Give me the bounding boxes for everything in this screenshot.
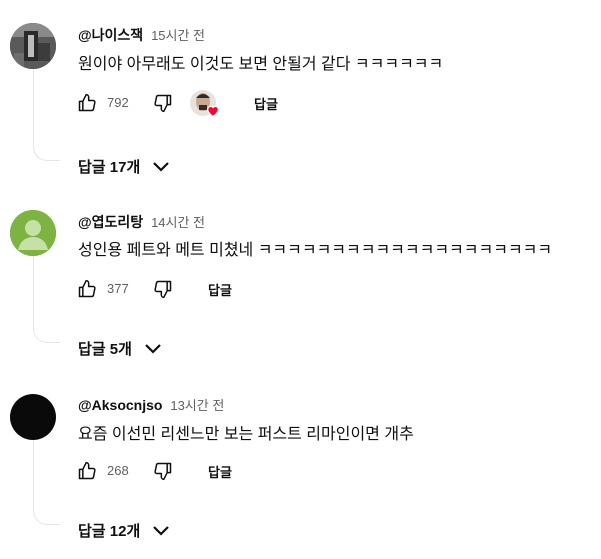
- comment-author[interactable]: @엽도리탕: [78, 214, 143, 230]
- comment-text: 성인용 페트와 메트 미쳤네 ㅋㅋㅋㅋㅋㅋㅋㅋㅋㅋㅋㅋㅋㅋㅋㅋㅋㅋㅋㅋ: [78, 242, 553, 259]
- comment-text: 원이야 아무래도 이것도 보면 안될거 같다 ㅋㅋㅋㅋㅋㅋ: [78, 56, 444, 73]
- like-count: 792: [107, 95, 129, 110]
- like-icon: [78, 279, 96, 298]
- reply-button[interactable]: 답글: [208, 462, 232, 481]
- comment-actions: 377 답글: [74, 276, 274, 302]
- comment-actions: 792 답글: [74, 89, 374, 119]
- avatar[interactable]: [10, 23, 56, 69]
- like-button[interactable]: [74, 458, 100, 484]
- comment-header: @Aksocnjso 13시간 전: [78, 397, 224, 414]
- comment-time[interactable]: 15시간 전: [151, 28, 205, 43]
- like-count: 268: [107, 463, 129, 478]
- like-icon: [78, 93, 96, 112]
- dislike-icon: [154, 94, 172, 113]
- thread-line: [33, 440, 60, 525]
- like-button[interactable]: [74, 276, 100, 302]
- replies-toggle[interactable]: 답글 5개: [78, 338, 162, 359]
- dislike-button[interactable]: [150, 276, 176, 302]
- replies-label: 답글 5개: [78, 341, 132, 358]
- comment-header: @엽도리탕 14시간 전: [78, 214, 205, 231]
- avatar-photo: [10, 23, 56, 69]
- chevron-down-icon: [153, 161, 170, 172]
- chevron-down-icon: [153, 525, 170, 536]
- comment-actions: 268 답글: [74, 458, 274, 484]
- heart-icon: [207, 105, 219, 117]
- comment-author[interactable]: @Aksocnjso: [78, 397, 162, 413]
- dislike-icon: [154, 280, 172, 299]
- comment-text: 요즘 이선민 리센느만 보는 퍼스트 리마인이면 개추: [78, 426, 414, 443]
- creator-heart[interactable]: [188, 89, 222, 119]
- chevron-down-icon: [145, 343, 161, 354]
- like-count: 377: [107, 281, 129, 296]
- comment-header: @나이스잭 15시간 전: [78, 27, 205, 44]
- replies-label: 답글 12개: [78, 523, 141, 540]
- comment-author[interactable]: @나이스잭: [78, 27, 143, 43]
- default-avatar-icon: [10, 210, 56, 256]
- dislike-button[interactable]: [150, 90, 176, 116]
- comment-time[interactable]: 14시간 전: [151, 215, 205, 230]
- thread-line: [33, 256, 60, 343]
- thread-line: [33, 68, 60, 161]
- replies-label: 답글 17개: [78, 159, 141, 176]
- avatar[interactable]: [10, 394, 56, 440]
- dislike-button[interactable]: [150, 458, 176, 484]
- avatar[interactable]: [10, 210, 56, 256]
- replies-toggle[interactable]: 답글 12개: [78, 520, 170, 541]
- reply-button[interactable]: 답글: [254, 94, 278, 113]
- like-button[interactable]: [74, 90, 100, 116]
- reply-button[interactable]: 답글: [208, 280, 232, 299]
- dislike-icon: [154, 462, 172, 481]
- like-icon: [78, 461, 96, 480]
- comment-time[interactable]: 13시간 전: [170, 398, 224, 413]
- replies-toggle[interactable]: 답글 17개: [78, 156, 170, 177]
